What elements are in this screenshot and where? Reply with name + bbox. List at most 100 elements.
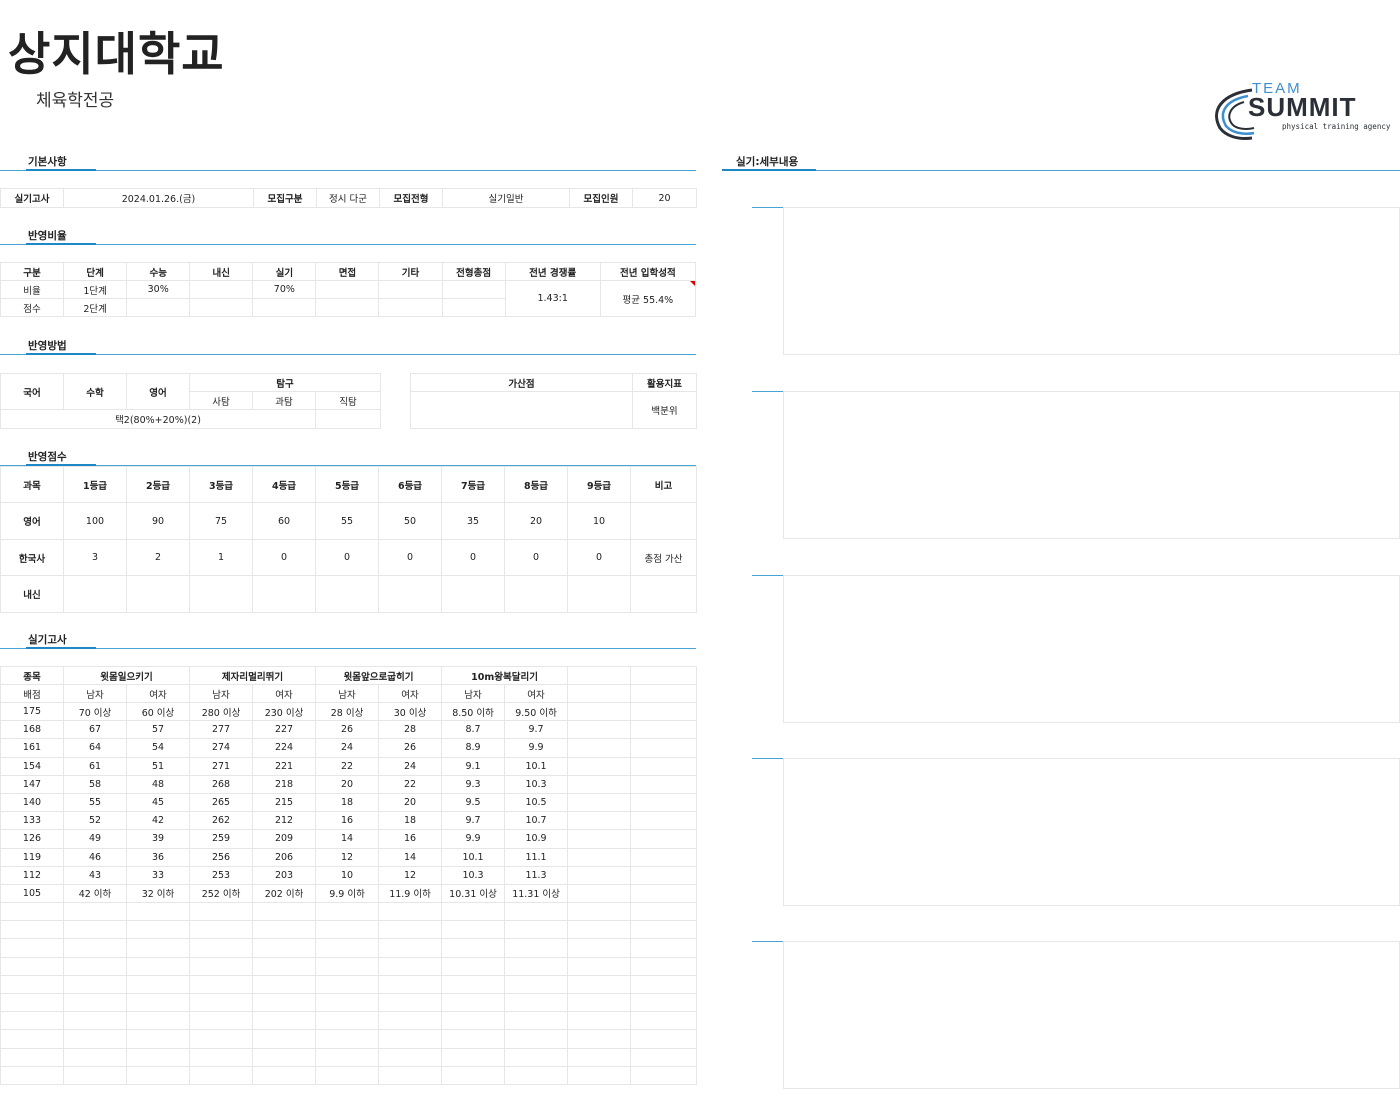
practical-cell-empty <box>189 920 254 940</box>
practical-cell: 215 <box>252 792 317 813</box>
practical-cell: 10.9 <box>504 829 569 849</box>
practical-cell-empty <box>441 920 506 940</box>
practical-cell: 10 <box>315 865 380 885</box>
practical-cell: 206 <box>252 847 317 867</box>
score-cell: 0 <box>315 539 379 576</box>
practical-cell: 16 <box>378 829 443 849</box>
practical-cell: 11.3 <box>504 865 569 885</box>
practical-cell-empty <box>189 1047 254 1067</box>
practical-cell-empty <box>189 1011 254 1031</box>
score-cell <box>441 575 505 613</box>
page-title: 상지대학교 <box>8 27 225 81</box>
practical-cell: 48 <box>125 774 191 794</box>
practical-cell: 161 <box>0 738 64 758</box>
exam-label: 실기고사 <box>0 188 64 208</box>
practical-cell: 256 <box>189 847 254 867</box>
practical-cell-empty <box>252 1011 317 1031</box>
practical-cell: 67 <box>63 720 127 740</box>
practical-cell-empty <box>189 956 254 976</box>
practical-cell-empty <box>189 938 254 958</box>
practical-cell: 265 <box>189 792 254 813</box>
practical-cell-empty <box>567 1011 632 1031</box>
practical-cell-empty <box>0 902 64 922</box>
method-social: 사탐 <box>189 391 253 410</box>
practical-cell: 12 <box>315 847 380 867</box>
table-row: 133 52 42 262 212 16 18 9.7 10.7 <box>0 811 698 831</box>
practical-female: 여자 <box>252 684 317 703</box>
practical-cell-empty <box>125 992 191 1013</box>
practical-cell: 154 <box>0 756 64 776</box>
score-cell <box>567 575 631 613</box>
practical-cell: 9.7 <box>504 720 569 740</box>
practical-event: 10m왕복달리기 <box>441 666 569 685</box>
practical-cell <box>567 774 632 794</box>
practical-cell: 147 <box>0 774 64 794</box>
score-cell: 영어 <box>0 502 64 540</box>
practical-cell <box>567 883 632 904</box>
score-cell <box>504 575 568 613</box>
practical-cell-empty <box>189 1065 254 1085</box>
practical-cell: 8.9 <box>441 738 506 758</box>
practical-cell-empty <box>504 1011 569 1031</box>
score-cell <box>63 575 127 613</box>
practical-cell: 58 <box>63 774 127 794</box>
practical-cell-empty <box>315 902 380 922</box>
practical-cell-empty <box>441 956 506 976</box>
practical-cell: 224 <box>252 738 317 758</box>
practical-cell: 119 <box>0 847 64 867</box>
ratio-cell: 30% <box>126 280 191 299</box>
practical-cell-empty <box>378 1029 443 1049</box>
logo-line3: physical training agency <box>1282 122 1391 131</box>
practical-cell: 262 <box>189 811 254 831</box>
practical-cell: 212 <box>252 811 317 831</box>
score-cell: 20 <box>504 502 568 540</box>
practical-cell <box>630 720 698 740</box>
practical-cell-empty <box>504 992 569 1013</box>
table-row-empty <box>0 1065 698 1085</box>
section-score-heading: 반영점수 <box>28 451 67 463</box>
score-cell: 총점 가산 <box>630 539 697 576</box>
score-cell: 35 <box>441 502 505 540</box>
practical-cell: 28 <box>378 720 443 740</box>
section-practical-rule-accent <box>26 647 96 649</box>
practical-cell: 274 <box>189 738 254 758</box>
score-cell <box>126 575 190 613</box>
section-basic-rule <box>0 170 696 171</box>
practical-cell: 36 <box>125 847 191 867</box>
score-cell: 내신 <box>0 575 64 613</box>
table-row-empty <box>0 1047 698 1067</box>
practical-cell-empty <box>441 902 506 922</box>
practical-cell-empty <box>315 938 380 958</box>
practical-cell-empty <box>63 956 127 976</box>
logo-line2: SUMMIT <box>1248 92 1357 122</box>
practical-cell: 8.50 이하 <box>441 701 506 722</box>
practical-empty <box>567 666 632 685</box>
practical-cell-empty <box>378 1065 443 1085</box>
practical-cell <box>567 792 632 813</box>
score-cell: 한국사 <box>0 539 64 576</box>
practical-cell-empty <box>125 1047 191 1067</box>
practical-cell-empty <box>125 1065 191 1085</box>
section-ratio-rule <box>0 244 696 245</box>
practical-cell-empty <box>252 1065 317 1085</box>
practical-male: 남자 <box>63 684 127 703</box>
practical-cell-empty <box>252 938 317 958</box>
practical-cell-empty <box>189 974 254 995</box>
score-cell: 55 <box>315 502 379 540</box>
practical-cell-empty <box>378 1047 443 1067</box>
table-row-empty <box>0 1029 698 1049</box>
section-method-heading: 반영방법 <box>28 340 67 352</box>
practical-cell-empty <box>378 1011 443 1031</box>
practical-cell-empty <box>63 1029 127 1049</box>
practical-cell-empty <box>567 1029 632 1049</box>
practical-event: 윗몸일으키기 <box>62 666 191 685</box>
detail-box-1 <box>783 207 1400 355</box>
ratio-cell <box>441 298 506 317</box>
ratio-cell <box>315 280 380 299</box>
practical-cell <box>630 811 698 831</box>
ratio-cell <box>378 280 443 299</box>
practical-male: 남자 <box>189 684 254 703</box>
practical-cell: 9.9 이하 <box>315 883 380 904</box>
detail-box-5 <box>783 941 1400 1089</box>
practical-cell-empty <box>0 1047 64 1067</box>
